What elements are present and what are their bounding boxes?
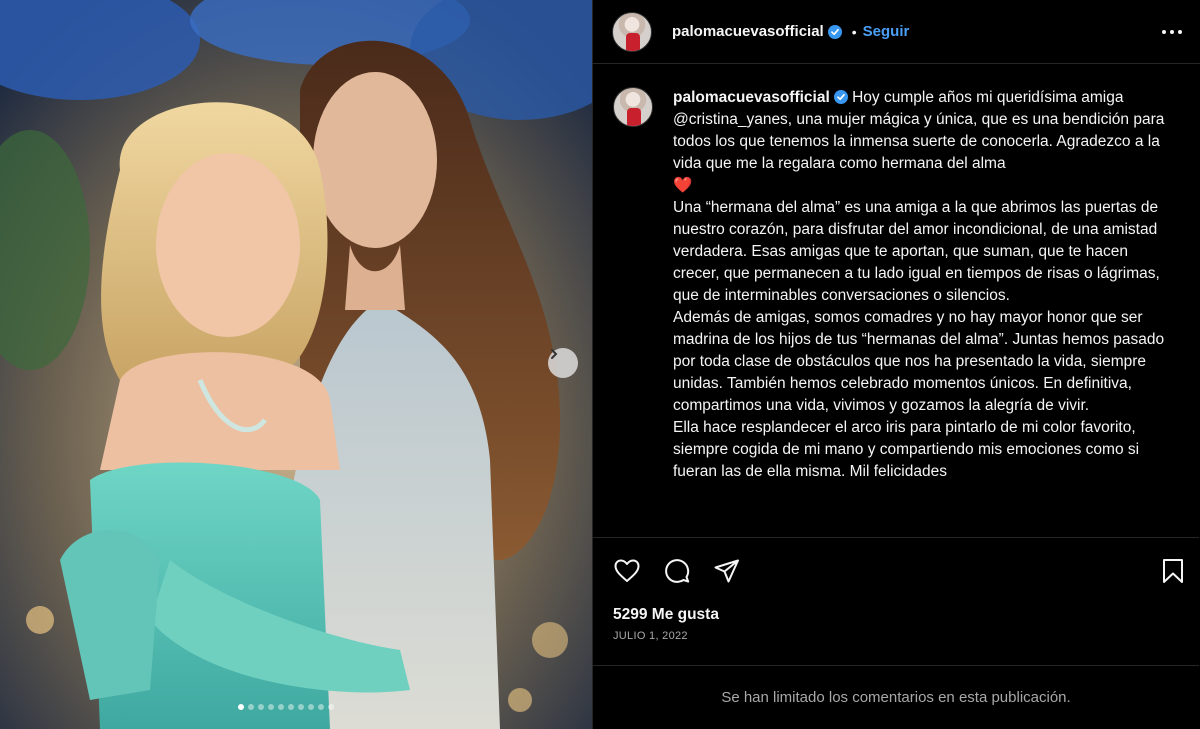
carousel-dot: [278, 704, 284, 710]
carousel-dot: [308, 704, 314, 710]
verified-badge-icon: [827, 24, 842, 39]
chevron-right-icon: [551, 349, 558, 359]
share-button[interactable]: [713, 557, 741, 585]
photo-illustration: [0, 0, 592, 729]
comment-button[interactable]: [663, 557, 691, 585]
carousel-dots: [238, 704, 334, 710]
carousel-dot: [258, 704, 264, 710]
carousel-dot: [238, 704, 244, 710]
separator-dot: •: [851, 23, 857, 40]
post-header: palomacuevasofficial • Seguir: [593, 0, 1200, 64]
caption-paragraph: palomacuevasofficial Hoy cumple años mi …: [673, 87, 1173, 175]
carousel-dot: [248, 704, 254, 710]
carousel-dot: [298, 704, 304, 710]
next-photo-button[interactable]: [548, 348, 578, 378]
post-details-pane: palomacuevasofficial • Seguir palomacuev…: [592, 0, 1200, 729]
carousel-dot: [268, 704, 274, 710]
carousel-dot: [288, 704, 294, 710]
caption-username-link[interactable]: palomacuevasofficial: [673, 89, 830, 106]
share-icon: [714, 559, 739, 582]
post-date: JULIO 1, 2022: [613, 630, 688, 642]
likes-count[interactable]: 5299 Me gusta: [613, 606, 719, 624]
like-button[interactable]: [613, 557, 641, 585]
caption-area: palomacuevasofficial Hoy cumple años mi …: [593, 65, 1199, 537]
caption-paragraph: Una “hermana del alma” es una amiga a la…: [673, 199, 1160, 304]
follow-button[interactable]: Seguir: [863, 23, 910, 40]
heart-icon: [614, 559, 640, 582]
caption-paragraph: Además de amigas, somos comadres y no ha…: [673, 309, 1165, 414]
avatar[interactable]: [612, 11, 652, 52]
post-photo: [0, 0, 592, 729]
verified-badge-icon: [833, 90, 848, 104]
comment-icon: [665, 558, 690, 583]
action-bar: [593, 537, 1199, 603]
bookmark-icon: [1163, 558, 1183, 583]
carousel-dot: [318, 704, 324, 710]
more-options-button[interactable]: [1160, 20, 1184, 44]
comments-limited-notice: Se han limitado los comentarios en esta …: [593, 665, 1199, 729]
carousel-dot: [328, 704, 334, 710]
caption-paragraph: Ella hace resplandecer el arco iris para…: [673, 419, 1140, 480]
username-link[interactable]: palomacuevasofficial: [672, 23, 824, 40]
more-options-icon: [1162, 29, 1182, 34]
heart-emoji: ❤️: [673, 177, 693, 194]
caption-avatar[interactable]: [613, 87, 653, 127]
caption-text: palomacuevasofficial Hoy cumple años mi …: [673, 87, 1173, 537]
save-button[interactable]: [1159, 557, 1187, 585]
